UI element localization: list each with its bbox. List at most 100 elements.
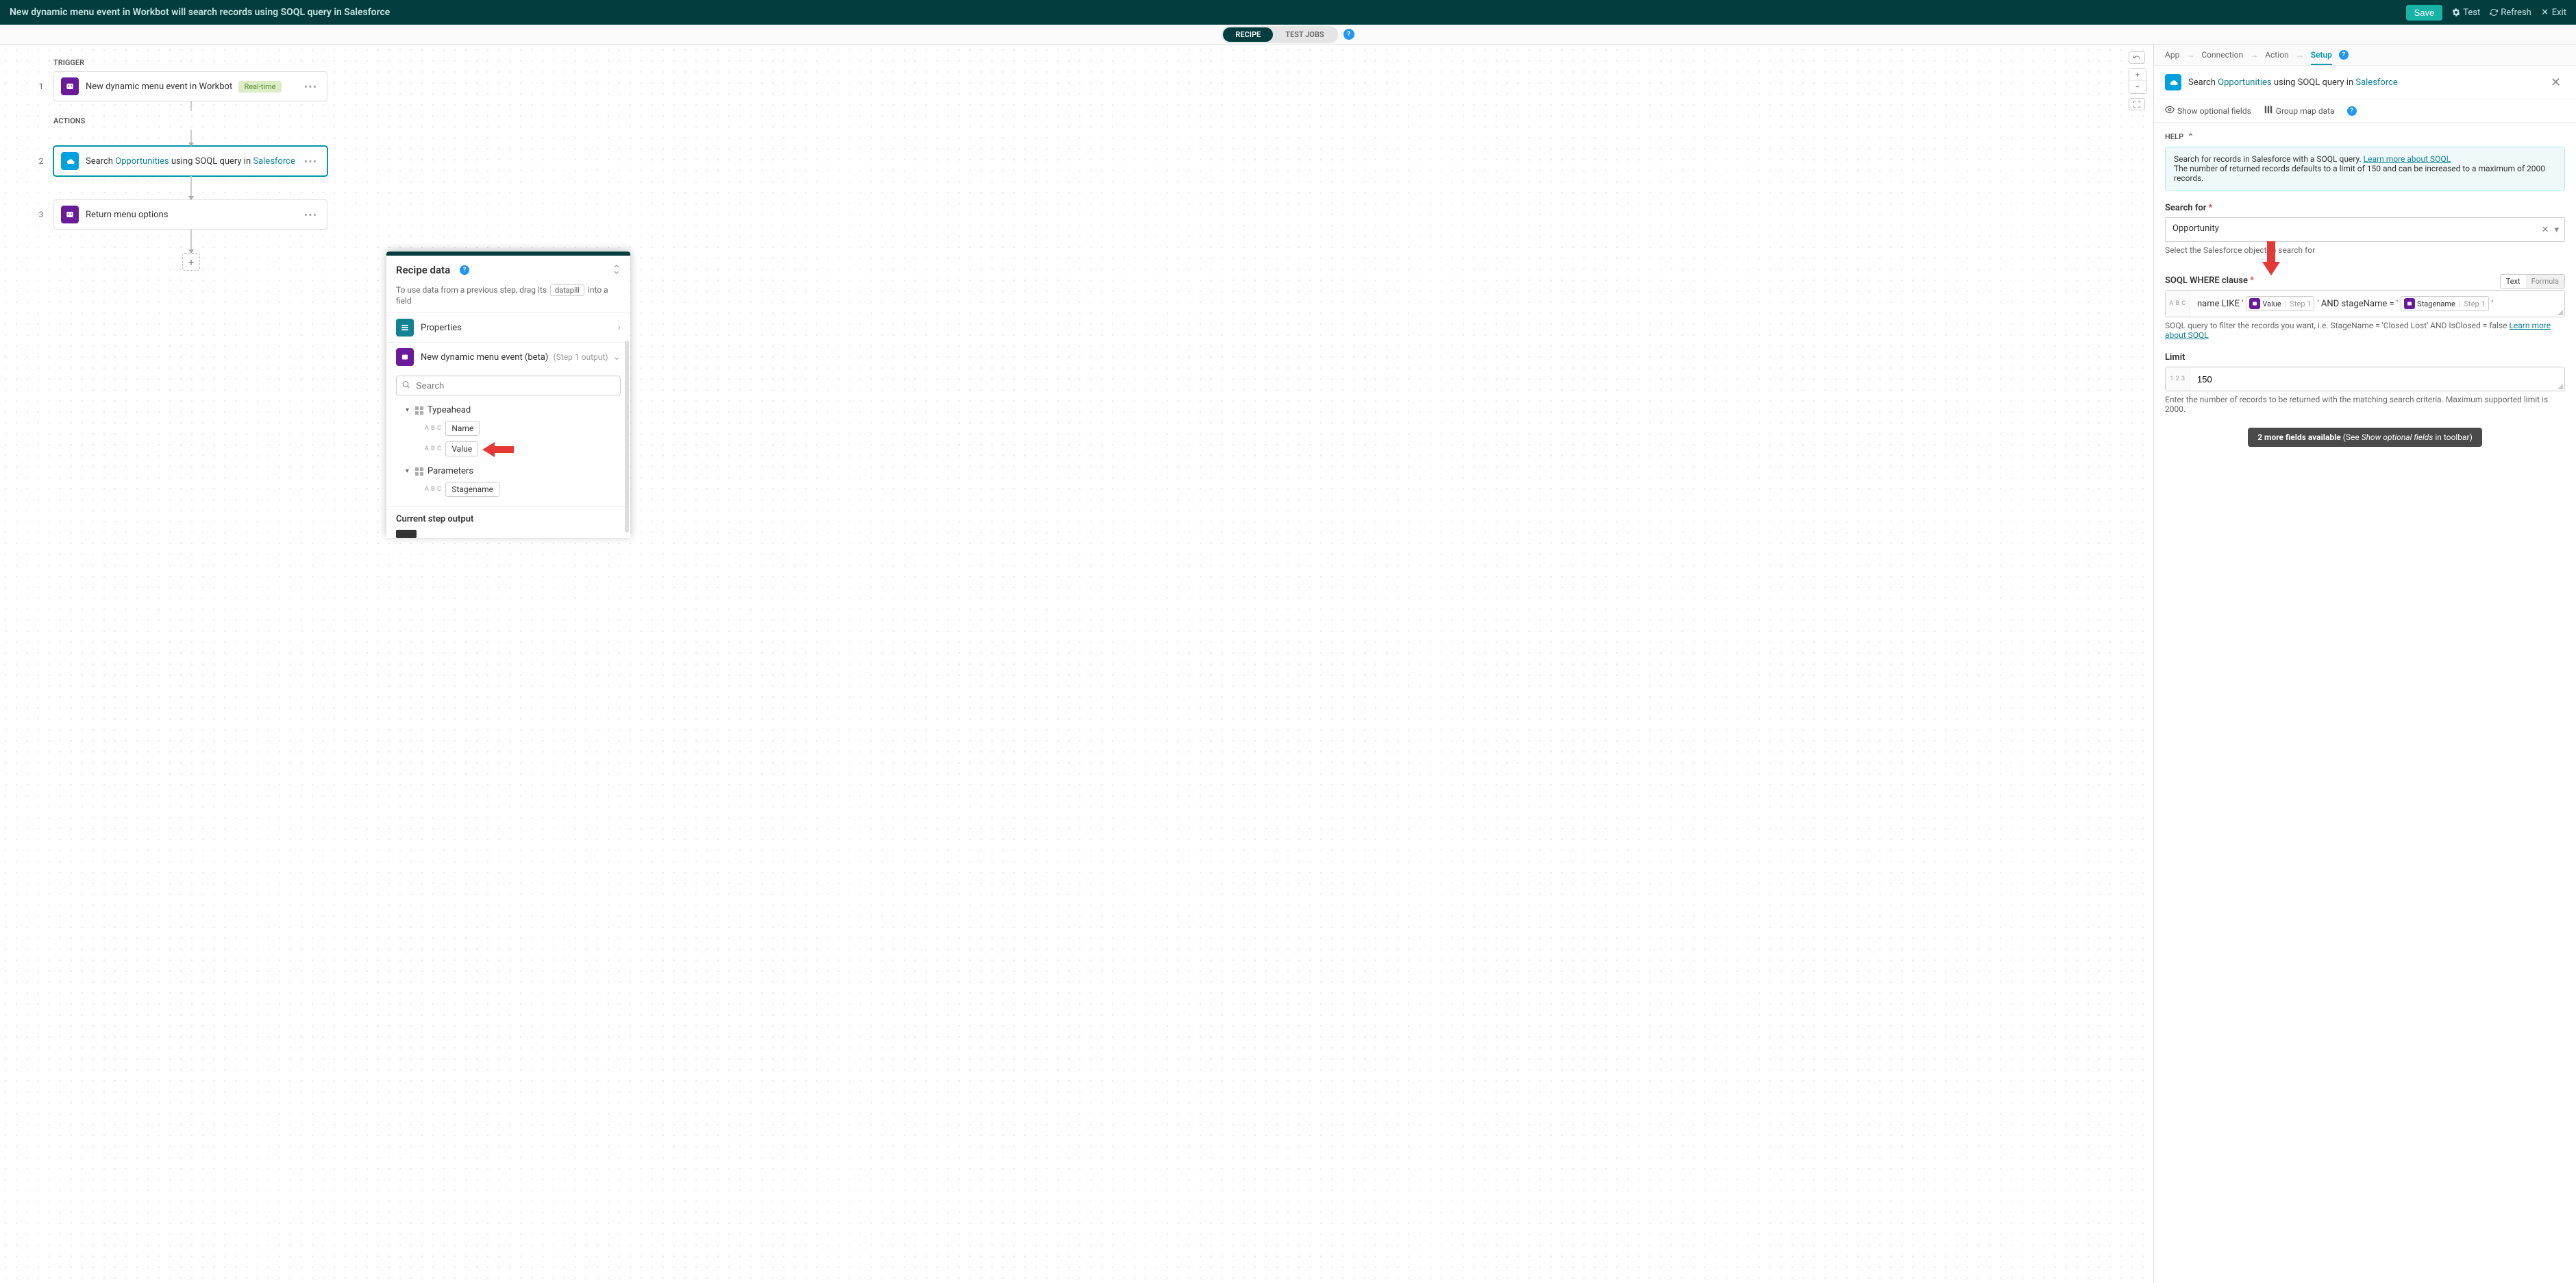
annotation-arrow xyxy=(2261,241,2281,276)
field-limit: Limit 1 2 3 Enter the number of records … xyxy=(2165,352,2565,414)
action-title: Search Opportunities using SOQL query in… xyxy=(2188,77,2547,88)
realtime-badge: Real-time xyxy=(238,81,281,93)
tree-node-parameters[interactable]: ▾ Parameters xyxy=(396,463,621,479)
show-optional-fields-button[interactable]: Show optional fields xyxy=(2165,105,2251,117)
step-menu-icon[interactable]: ••• xyxy=(301,80,320,93)
help-icon[interactable]: ? xyxy=(2339,50,2349,60)
help-icon[interactable]: ? xyxy=(1343,29,1354,40)
trigger-label: TRIGGER xyxy=(53,58,2119,67)
setup-toolbar: Show optional fields Group map data ? xyxy=(2154,99,2576,123)
arrow-icon: → xyxy=(2296,50,2304,60)
properties-section[interactable]: Properties › xyxy=(386,313,630,342)
event-section[interactable]: New dynamic menu event (beta) (Step 1 ou… xyxy=(386,342,630,371)
more-fields-banner[interactable]: 2 more fields available (See Show option… xyxy=(2248,428,2482,447)
help-toggle[interactable]: HELP ⌃ xyxy=(2165,132,2565,141)
setup-body: HELP ⌃ Search for records in Salesforce … xyxy=(2154,123,2576,470)
step-number: 3 xyxy=(34,210,48,219)
datapill-stagename[interactable]: Stagename xyxy=(445,482,499,497)
learn-more-link[interactable]: Learn more about SOQL xyxy=(2364,154,2451,164)
step-menu-icon[interactable]: ••• xyxy=(301,208,320,221)
step-number: 2 xyxy=(34,156,48,166)
crumb-action[interactable]: Action xyxy=(2265,50,2288,60)
type-string-icon: A B C xyxy=(425,486,441,493)
salesforce-icon xyxy=(61,152,79,170)
field-hint: Select the Salesforce object to search f… xyxy=(2165,245,2565,255)
fit-button[interactable] xyxy=(2129,98,2145,110)
zoom-controls: + − xyxy=(2129,68,2146,94)
step-row-3: 3 Return menu options ••• xyxy=(34,199,2119,230)
step-card-2[interactable]: Search Opportunities using SOQL query in… xyxy=(53,146,327,176)
search-icon xyxy=(401,380,410,391)
search-for-select[interactable]: Opportunity ✕ ▾ xyxy=(2165,217,2565,242)
step-row-1: 1 New dynamic menu event in Workbot Real… xyxy=(34,71,2119,101)
tab-recipe[interactable]: RECIPE xyxy=(1223,27,1273,42)
collapse-icon[interactable]: ▾ xyxy=(406,406,415,414)
limit-input[interactable]: 1 2 3 xyxy=(2165,367,2565,391)
setup-panel: App → Connection → Action → Setup ? Sear… xyxy=(2153,45,2576,1283)
crumb-connection[interactable]: Connection xyxy=(2201,50,2243,60)
main-layout: + − TRIGGER 1 New dynamic menu event in … xyxy=(0,45,2576,1283)
chevron-down-icon[interactable]: ▾ xyxy=(2554,225,2559,235)
properties-icon xyxy=(396,319,414,337)
soql-content[interactable]: name LIKE ' Value | Step 1 ' AND stageNa… xyxy=(2190,291,2564,317)
close-panel-button[interactable]: ✕ xyxy=(2547,75,2565,90)
mode-text[interactable]: Text xyxy=(2501,275,2526,288)
steps-container: TRIGGER 1 New dynamic menu event in Work… xyxy=(0,45,2153,284)
connector xyxy=(190,176,192,199)
soql-input[interactable]: Text Formula A B C name LIKE ' Value | S… xyxy=(2165,290,2565,317)
collapse-icon[interactable]: ▾ xyxy=(406,467,415,475)
help-icon[interactable]: ? xyxy=(2347,106,2357,116)
datapill-search xyxy=(386,371,630,400)
main-tab-bar: RECIPE TEST JOBS ? xyxy=(0,25,2576,45)
close-icon: ✕ xyxy=(2541,8,2549,16)
expand-icon[interactable] xyxy=(612,264,621,278)
crumb-setup[interactable]: Setup xyxy=(2311,50,2332,65)
step-row-2: 2 Search Opportunities using SOQL query … xyxy=(34,146,2119,176)
resize-handle[interactable] xyxy=(2558,310,2563,315)
field-label: Search for* xyxy=(2165,203,2565,213)
tab-test-jobs[interactable]: TEST JOBS xyxy=(1273,27,1336,42)
refresh-button[interactable]: Refresh xyxy=(2490,8,2531,18)
save-button[interactable]: Save xyxy=(2406,5,2443,21)
clear-icon[interactable]: ✕ xyxy=(2542,225,2549,235)
undo-button[interactable] xyxy=(2129,51,2145,64)
datapill-value[interactable]: Value xyxy=(445,441,478,456)
type-string-icon: A B C xyxy=(425,425,441,432)
limit-value[interactable] xyxy=(2190,367,2564,391)
tree-node-typeahead[interactable]: ▾ Typeahead xyxy=(396,402,621,418)
help-box: Search for records in Salesforce with a … xyxy=(2165,147,2565,191)
recipe-data-panel: Recipe data ? To use data from a previou… xyxy=(386,252,630,538)
chevron-right-icon: › xyxy=(618,322,621,333)
annotation-arrow xyxy=(482,441,514,459)
recipe-data-title: Recipe data ? xyxy=(396,264,469,276)
canvas-controls: + − xyxy=(2129,51,2146,110)
workbot-icon xyxy=(61,206,79,223)
step-card-3[interactable]: Return menu options ••• xyxy=(53,199,327,230)
resize-handle[interactable] xyxy=(2558,384,2563,389)
zoom-in-button[interactable]: + xyxy=(2129,69,2146,81)
field-soql-where: SOQL WHERE clause* Text Formula A B C na… xyxy=(2165,276,2565,340)
connector xyxy=(190,230,192,253)
crumb-app[interactable]: App xyxy=(2165,50,2179,60)
test-button[interactable]: Test xyxy=(2452,8,2480,18)
search-input[interactable] xyxy=(396,376,621,395)
add-step-button[interactable]: + xyxy=(182,253,200,271)
datapill-name[interactable]: Name xyxy=(445,421,480,436)
type-string-icon: A B C xyxy=(2166,291,2190,317)
exit-button[interactable]: ✕ Exit xyxy=(2541,8,2566,18)
arrow-icon: → xyxy=(2186,50,2194,60)
top-bar: New dynamic menu event in Workbot will s… xyxy=(0,0,2576,25)
panel-scrollbar[interactable] xyxy=(625,341,629,533)
mode-formula[interactable]: Formula xyxy=(2526,275,2564,288)
step-card-1[interactable]: New dynamic menu event in Workbot Real-t… xyxy=(53,71,327,101)
field-hint: Enter the number of records to be return… xyxy=(2165,395,2565,414)
step-number: 1 xyxy=(34,82,48,91)
recipe-canvas[interactable]: + − TRIGGER 1 New dynamic menu event in … xyxy=(0,45,2153,1283)
datapill-chip-stagename[interactable]: Stagename | Step 1 xyxy=(2401,296,2488,311)
zoom-out-button[interactable]: − xyxy=(2129,81,2146,93)
step-text: Return menu options xyxy=(86,210,301,220)
group-map-data-button[interactable]: Group map data xyxy=(2264,105,2335,117)
help-icon[interactable]: ? xyxy=(460,265,469,275)
step-menu-icon[interactable]: ••• xyxy=(301,155,320,168)
datapill-chip-value[interactable]: Value | Step 1 xyxy=(2246,296,2314,311)
